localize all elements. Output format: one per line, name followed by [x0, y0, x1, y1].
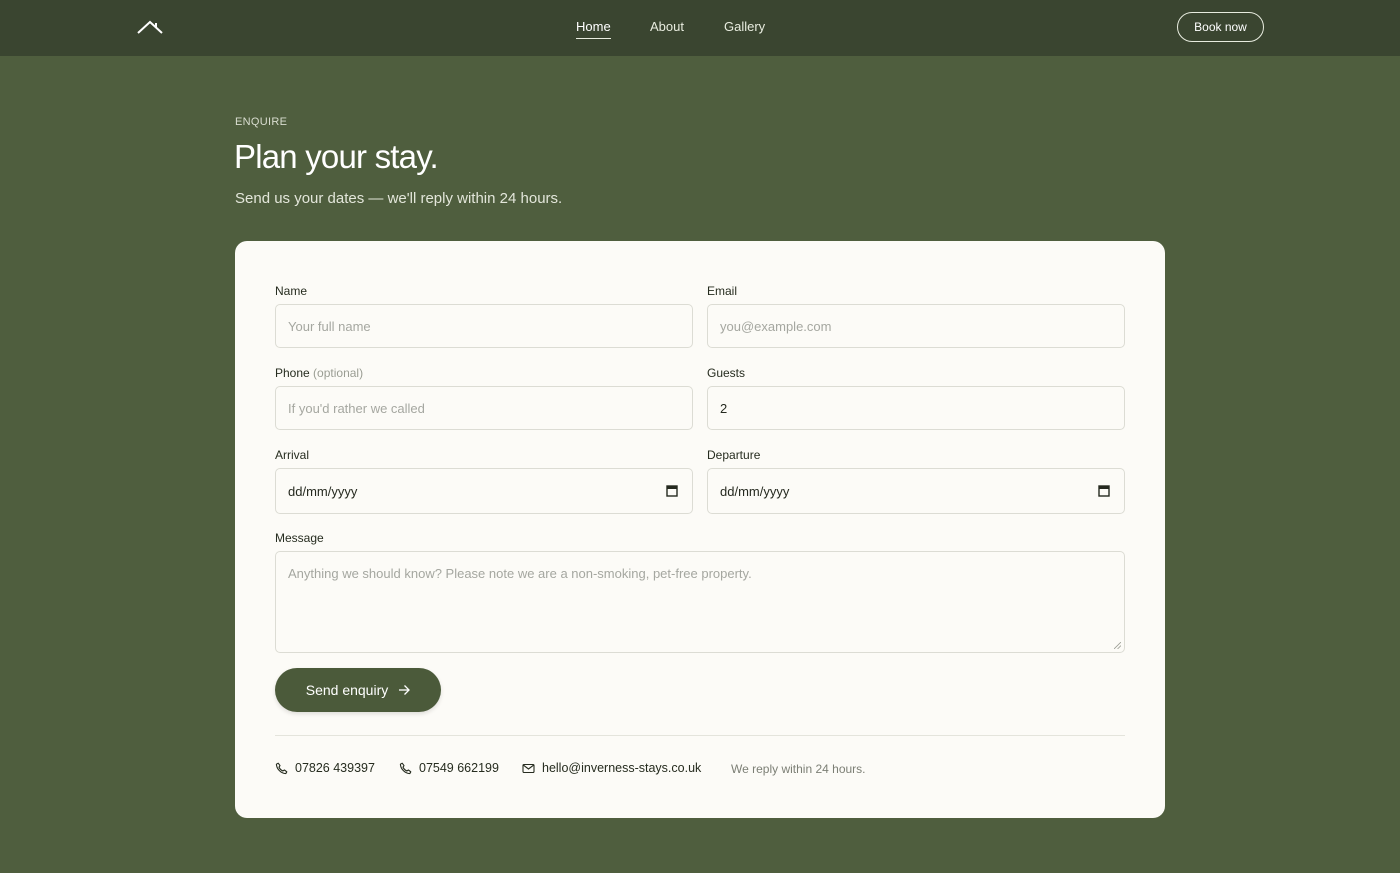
nav-link-home-label: Home	[576, 19, 611, 34]
email-input[interactable]: you@example.com	[707, 304, 1125, 348]
active-nav-underline	[576, 38, 611, 39]
message-placeholder: Anything we should know? Please note we …	[288, 566, 752, 581]
arrow-right-icon	[399, 685, 411, 695]
page-subtitle: Send us your dates — we'll reply within …	[235, 190, 563, 207]
nav-link-about[interactable]: About	[650, 19, 684, 34]
resize-handle-icon[interactable]	[1114, 642, 1121, 649]
section-eyebrow: ENQUIRE	[235, 116, 288, 128]
contact-phone-1-text: 07826 439397	[295, 761, 375, 775]
email-placeholder: you@example.com	[720, 318, 832, 334]
enquiry-form-card: Name Your full name Email you@example.co…	[235, 241, 1165, 818]
mail-icon	[522, 763, 535, 773]
arrival-value: dd/mm/yyyy	[288, 483, 358, 499]
contact-phone-2[interactable]: 07549 662199	[399, 761, 499, 775]
phone-label-text: Phone	[275, 366, 310, 380]
contact-email-text: hello@inverness-stays.co.uk	[542, 761, 702, 775]
phone-input[interactable]: If you'd rather we called	[275, 386, 693, 430]
calendar-icon[interactable]	[666, 484, 678, 497]
phone-label: Phone (optional)	[275, 366, 363, 380]
nav-link-gallery-label: Gallery	[724, 19, 766, 34]
phone-icon	[275, 762, 288, 774]
departure-value: dd/mm/yyyy	[720, 483, 790, 499]
message-label: Message	[275, 531, 324, 545]
guests-label: Guests	[707, 366, 746, 380]
calendar-icon[interactable]	[1098, 484, 1110, 497]
book-now-button[interactable]: Book now	[1177, 12, 1264, 42]
phone-optional-hint: (optional)	[313, 366, 364, 380]
departure-label: Departure	[707, 448, 761, 462]
phone-placeholder: If you'd rather we called	[288, 400, 425, 416]
phone-icon	[399, 762, 412, 774]
guests-value: 2	[720, 400, 728, 416]
nav-link-home[interactable]: Home	[576, 19, 611, 39]
divider	[275, 735, 1125, 736]
email-label: Email	[707, 284, 738, 298]
arrival-label: Arrival	[275, 448, 310, 462]
name-input[interactable]: Your full name	[275, 304, 693, 348]
send-enquiry-button[interactable]: Send enquiry	[275, 668, 441, 712]
nav-link-gallery[interactable]: Gallery	[724, 19, 765, 34]
contact-phone-2-text: 07549 662199	[419, 761, 499, 775]
departure-date-input[interactable]: dd/mm/yyyy	[707, 468, 1125, 514]
top-navigation-bar: Home About Gallery Book now	[0, 0, 1400, 56]
nav-link-about-label: About	[650, 19, 684, 34]
guests-input[interactable]: 2	[707, 386, 1125, 430]
arrival-date-input[interactable]: dd/mm/yyyy	[275, 468, 693, 514]
reply-time-note: We reply within 24 hours.	[731, 762, 866, 776]
name-label: Name	[275, 284, 308, 298]
contact-email[interactable]: hello@inverness-stays.co.uk	[522, 761, 701, 775]
name-placeholder: Your full name	[288, 318, 371, 334]
message-textarea[interactable]: Anything we should know? Please note we …	[275, 551, 1125, 653]
contact-phone-1[interactable]: 07826 439397	[275, 761, 375, 775]
send-enquiry-label: Send enquiry	[305, 682, 389, 698]
page-title: Plan your stay.	[234, 138, 439, 175]
